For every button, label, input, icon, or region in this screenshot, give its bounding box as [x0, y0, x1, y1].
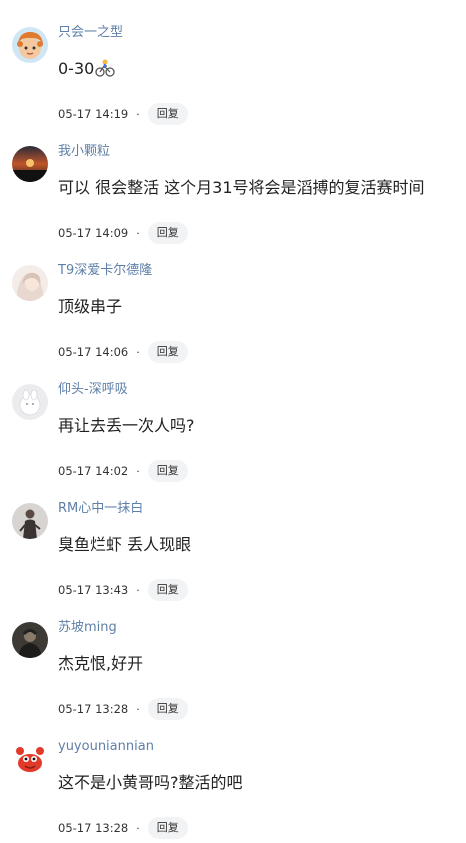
avatar[interactable]: [12, 146, 48, 182]
separator-dot: ·: [136, 464, 140, 478]
username[interactable]: yuyouniannian: [58, 739, 154, 755]
username[interactable]: T9深爱卡尔德隆: [58, 263, 152, 279]
comment-text: 这不是小黄哥吗?整活的吧: [58, 773, 243, 792]
reply-button[interactable]: 回复: [147, 103, 188, 125]
bicycle-emoji-icon: [95, 59, 115, 83]
comment-item: 苏坡ming 杰克恨,好开 05-17 13:28 · 回复: [0, 605, 466, 724]
separator-dot: ·: [136, 583, 140, 597]
sunset-avatar-icon: [12, 146, 48, 182]
separator-dot: ·: [136, 345, 140, 359]
comment-text: 再让去丢一次人吗?: [58, 416, 195, 435]
comment-meta: 05-17 14:02 · 回复: [58, 459, 188, 483]
timestamp: 05-17 13:28: [58, 821, 129, 835]
comment-list: 只会一之型 0-30 05-17 14:19 · 回复 我小颗粒 可以 很会整活…: [0, 0, 466, 839]
red-crab-avatar-icon: [12, 741, 48, 777]
comment-text: 臭鱼烂虾 丢人现眼: [58, 535, 192, 554]
username[interactable]: 我小颗粒: [58, 144, 110, 160]
username[interactable]: 苏坡ming: [58, 620, 117, 636]
separator-dot: ·: [136, 821, 140, 835]
reply-button[interactable]: 回复: [147, 698, 188, 720]
separator-dot: ·: [136, 107, 140, 121]
separator-dot: ·: [136, 226, 140, 240]
comment-meta: 05-17 13:28 · 回复: [58, 697, 188, 721]
avatar[interactable]: [12, 622, 48, 658]
reply-button[interactable]: 回复: [147, 222, 188, 244]
comment-item: yuyouniannian 这不是小黄哥吗?整活的吧 05-17 13:28 ·…: [0, 724, 466, 843]
comment-text: 0-30: [58, 58, 115, 83]
portrait-avatar-icon: [12, 265, 48, 301]
separator-dot: ·: [136, 702, 140, 716]
dark-portrait-avatar-icon: [12, 622, 48, 658]
reply-button[interactable]: 回复: [147, 579, 188, 601]
avatar[interactable]: [12, 741, 48, 777]
comment-text: 杰克恨,好开: [58, 654, 144, 673]
comment-meta: 05-17 14:09 · 回复: [58, 221, 188, 245]
timestamp: 05-17 13:28: [58, 702, 129, 716]
avatar[interactable]: [12, 265, 48, 301]
comment-item: RM心中一抹白 臭鱼烂虾 丢人现眼 05-17 13:43 · 回复: [0, 486, 466, 605]
comment-item: 仰头-深呼吸 再让去丢一次人吗? 05-17 14:02 · 回复: [0, 367, 466, 486]
timestamp: 05-17 14:09: [58, 226, 129, 240]
comment-text: 可以 很会整活 这个月31号将会是滔搏的复活赛时间: [58, 178, 425, 197]
reply-button[interactable]: 回复: [147, 817, 188, 839]
username[interactable]: 只会一之型: [58, 25, 123, 41]
avatar[interactable]: [12, 384, 48, 420]
reply-button[interactable]: 回复: [147, 460, 188, 482]
timestamp: 05-17 13:43: [58, 583, 129, 597]
comment-item: T9深爱卡尔德隆 顶级串子 05-17 14:06 · 回复: [0, 248, 466, 367]
comment-item: 我小颗粒 可以 很会整活 这个月31号将会是滔搏的复活赛时间 05-17 14:…: [0, 129, 466, 248]
avatar[interactable]: [12, 27, 48, 63]
username[interactable]: RM心中一抹白: [58, 501, 143, 517]
avatar-icon: [12, 27, 48, 63]
comment-text: 顶级串子: [58, 297, 123, 316]
comment-meta: 05-17 14:19 · 回复: [58, 102, 188, 126]
username[interactable]: 仰头-深呼吸: [58, 382, 128, 398]
comment-meta: 05-17 13:43 · 回复: [58, 578, 188, 602]
figure-avatar-icon: [12, 503, 48, 539]
timestamp: 05-17 14:19: [58, 107, 129, 121]
white-plush-avatar-icon: [12, 384, 48, 420]
comment-item: 只会一之型 0-30 05-17 14:19 · 回复: [0, 10, 466, 129]
comment-meta: 05-17 13:28 · 回复: [58, 816, 188, 840]
comment-meta: 05-17 14:06 · 回复: [58, 340, 188, 364]
avatar[interactable]: [12, 503, 48, 539]
timestamp: 05-17 14:02: [58, 464, 129, 478]
timestamp: 05-17 14:06: [58, 345, 129, 359]
comment-text-body: 0-30: [58, 59, 95, 78]
reply-button[interactable]: 回复: [147, 341, 188, 363]
